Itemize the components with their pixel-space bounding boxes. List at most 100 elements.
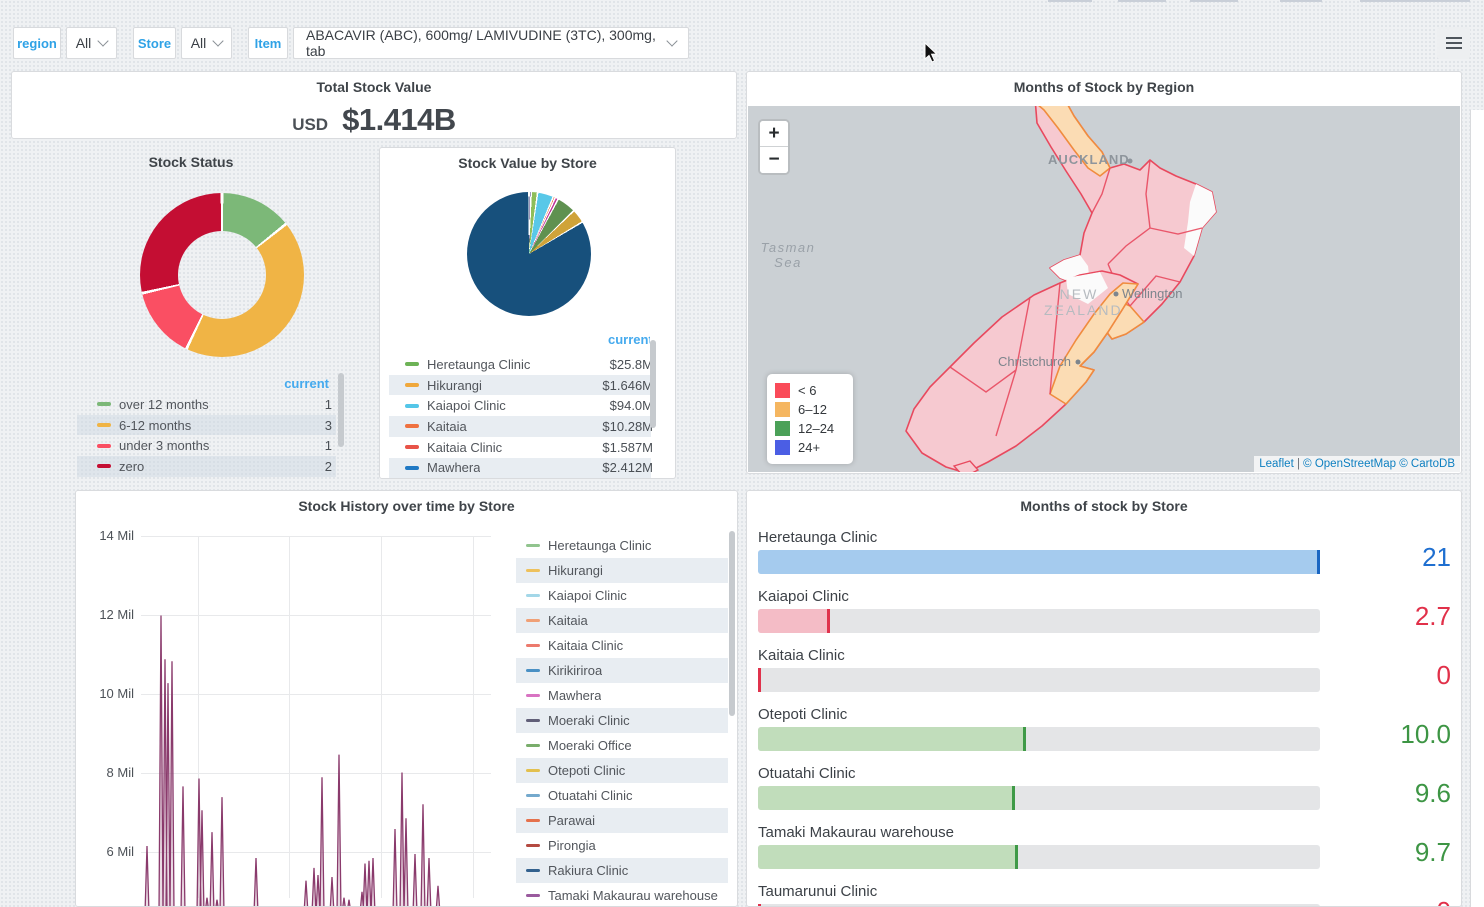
legend-item[interactable]: Moeraki Office [516,733,728,758]
item-filter-dropdown[interactable]: ABACAVIR (ABC), 600mg/ LAMIVUDINE (3TC),… [293,27,689,59]
legend-item[interactable]: Heretaunga Clinic $25.8M [389,354,651,375]
leaflet-link[interactable]: Leaflet [1259,458,1294,470]
total-stock-value-panel: Total Stock Value USD $1.414B [11,71,737,139]
bar-fill [758,845,1018,869]
legend-item[interactable]: Kaiapoi Clinic $94.0M [389,395,651,416]
series-color-swatch [526,569,540,572]
series-color-swatch [526,694,540,697]
scrollbar[interactable] [338,373,344,447]
legend-item[interactable]: Rakiura Clinic [516,858,728,883]
region-filter-dropdown[interactable]: All [66,27,117,59]
legend-item[interactable]: Heretaunga Clinic [516,533,728,558]
store-filter-dropdown[interactable]: All [181,27,232,59]
browser-edge-artifact [1280,0,1322,2]
item-filter-label: Item [248,27,288,59]
osm-link[interactable]: © OpenStreetMap [1303,458,1396,470]
series-color-swatch [526,894,540,897]
bar-gauge-row: Otepoti Clinic 10.0 [747,706,1461,765]
panel-title: Stock Value by Store [380,155,675,171]
carto-link[interactable]: © CartoDB [1399,458,1455,470]
bar-track [758,550,1320,574]
bar-cap [827,609,830,633]
bar-gauge-row: Tamaki Makaurau warehouse 9.7 [747,824,1461,883]
legend-label: Kaitaia [427,419,467,434]
months-value: 10.0 [1400,719,1451,750]
y-axis-tick-label: 12 Mil [76,607,134,622]
chevron-down-icon [213,35,224,46]
legend-item[interactable]: Hikurangi $1.646M [389,375,651,396]
map-legend-item: 24+ [775,438,845,457]
christchurch-label: Christchurch [998,354,1071,369]
legend-label: Kaitaia Clinic [427,440,502,455]
zoom-in-button[interactable]: + [760,121,788,147]
leaflet-map[interactable]: Tasman Sea AUCKLAND Wellington Christchu… [748,106,1460,472]
bar-fill [758,609,830,633]
stock-value-pie-chart[interactable] [467,192,591,316]
legend-item[interactable]: Hikurangi [516,558,728,583]
legend-label: zero [119,459,144,474]
legend-item[interactable]: under 3 months 1 [77,435,336,456]
scrollbar[interactable] [650,340,656,428]
legend-item[interactable]: Tamaki Makaurau warehouse [516,883,728,907]
legend-value: $2.412M [602,460,653,475]
bar-gauge-row: Kaitaia Clinic 0 [747,647,1461,706]
series-color-swatch [526,869,540,872]
zoom-out-button[interactable]: − [760,147,788,173]
bar-gauge-row: Taumarunui Clinic 0 [747,883,1461,907]
legend-label: Mawhera [548,688,601,703]
store-label: Heretaunga Clinic [758,529,877,546]
legend-item[interactable]: Moeraki Clinic [516,708,728,733]
legend-item[interactable]: Kaitaia Clinic $1.587M [389,437,651,458]
series-color-swatch [97,423,111,427]
region-filter-value: All [76,35,92,51]
months-value: 9.7 [1415,837,1451,868]
menu-button[interactable] [1437,27,1470,59]
legend-item[interactable]: zero 2 [77,456,336,477]
months-of-stock-by-region-panel: Months of Stock by Region [746,71,1462,474]
total-value-row: USD $1.414B [12,102,736,138]
legend-item[interactable]: Kaitaia $10.28M [389,416,651,437]
legend-label: under 3 months [119,438,209,453]
stock-value-by-store-panel: Stock Value by Store current Heretaunga … [379,147,676,479]
country-label: NEW ZEALAND [1044,286,1114,318]
legend-item[interactable]: Kaiapoi Clinic [516,583,728,608]
legend-label: Kirikiriroa [548,663,602,678]
series-color-swatch [526,769,540,772]
series-color-swatch [526,644,540,647]
browser-edge-artifact [1048,0,1092,2]
legend-item[interactable]: Mawhera $2.412M [389,458,651,479]
map-attribution: Leaflet | © OpenStreetMap © CartoDB [1254,456,1460,472]
mouse-cursor [924,42,939,63]
bar-fill [758,727,1026,751]
legend-item[interactable]: Mawhera [516,683,728,708]
legend-item[interactable]: Kirikiriroa [516,658,728,683]
legend-label: Tamaki Makaurau warehouse [548,888,718,903]
map-legend-item: 6–12 [775,400,845,419]
legend-item[interactable]: Pirongia [516,833,728,858]
browser-edge-artifact [1190,0,1238,2]
legend-item[interactable]: Parawai [516,808,728,833]
legend-item[interactable]: Kaitaia Clinic [516,633,728,658]
legend-item[interactable]: Otepoti Clinic [516,758,728,783]
dashboard: region All Store All Item ABACAVIR (ABC)… [0,0,1484,907]
bar-cap [1012,786,1015,810]
legend-column-header: current [608,332,650,347]
stock-history-line-chart[interactable] [141,521,501,907]
bar-gauge-row: Heretaunga Clinic 21 [747,529,1461,588]
series-color-swatch [526,719,540,722]
bar-cap [1023,727,1026,751]
legend-label: Heretaunga Clinic [548,538,651,553]
map-legend-item: 12–24 [775,419,845,438]
total-value: $1.414B [342,102,456,138]
y-axis-tick-label: 8 Mil [76,765,134,780]
legend-item[interactable]: 6-12 months 3 [77,415,336,436]
scrollbar[interactable] [729,531,735,716]
months-value: 0 [1437,896,1451,907]
legend-value: 2 [325,459,332,474]
legend-item[interactable]: Kaitaia [516,608,728,633]
legend-item[interactable]: Otuatahi Clinic [516,783,728,808]
months-of-stock-by-store-panel: Months of stock by Store Heretaunga Clin… [746,490,1462,907]
currency-label: USD [292,115,328,135]
bar-fill [758,550,1320,574]
legend-item[interactable]: over 12 months 1 [77,394,336,415]
